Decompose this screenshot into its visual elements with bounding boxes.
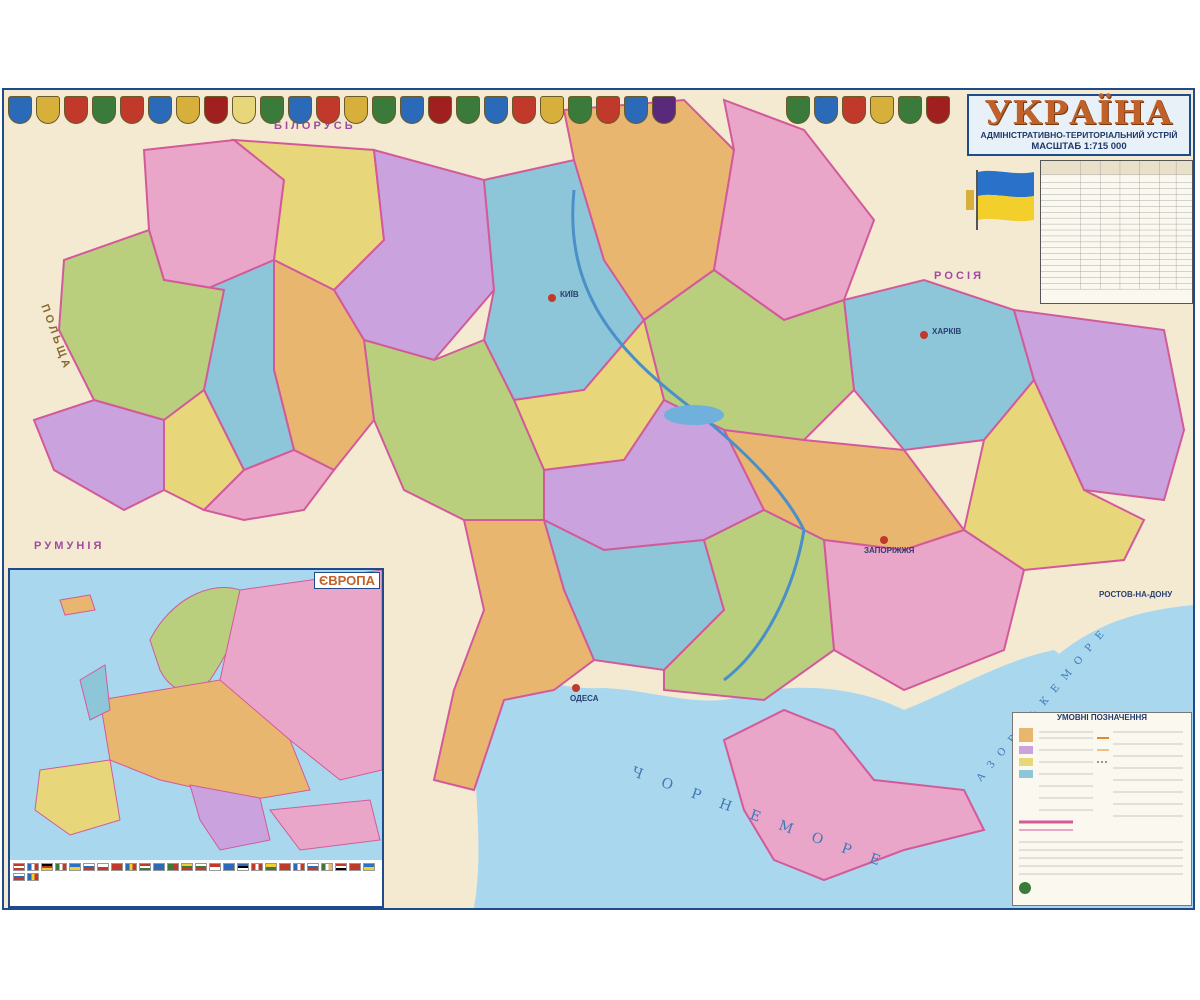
label-zaporizhzhia: ЗАПОРІЖЖЯ xyxy=(864,546,915,555)
flag-icon xyxy=(83,863,95,871)
coat-of-arms-icon xyxy=(400,96,424,124)
flag-icon xyxy=(153,863,165,871)
coat-of-arms-icon xyxy=(898,96,922,124)
coat-of-arms-icon xyxy=(64,96,88,124)
flag-icon xyxy=(13,873,25,881)
legend-symbols xyxy=(1019,728,1183,894)
flag-icon xyxy=(349,863,361,871)
flag-icon xyxy=(27,863,39,871)
coat-of-arms-icon xyxy=(316,96,340,124)
coat-of-arms-icon xyxy=(512,96,536,124)
map-scale: МАСШТАБ 1:715 000 xyxy=(1031,141,1127,152)
label-kyiv: КИЇВ xyxy=(560,290,579,299)
europe-map xyxy=(10,570,382,860)
coats-of-arms-row-right xyxy=(786,96,950,124)
coat-of-arms-icon xyxy=(92,96,116,124)
coat-of-arms-icon xyxy=(120,96,144,124)
coat-of-arms-icon xyxy=(204,96,228,124)
coat-of-arms-icon xyxy=(596,96,620,124)
flag-icon xyxy=(13,863,25,871)
flag-icon xyxy=(195,863,207,871)
coat-of-arms-icon xyxy=(176,96,200,124)
coat-of-arms-icon xyxy=(260,96,284,124)
regions-statistics-table xyxy=(1040,160,1193,304)
coat-of-arms-icon xyxy=(926,96,950,124)
flag-icon xyxy=(97,863,109,871)
coat-of-arms-icon xyxy=(456,96,480,124)
flag-icon xyxy=(335,863,347,871)
coat-of-arms-icon xyxy=(428,96,452,124)
label-odesa: ОДЕСА xyxy=(570,694,599,703)
coats-of-arms-row xyxy=(8,96,676,124)
flag-icon xyxy=(111,863,123,871)
coat-of-arms-icon xyxy=(624,96,648,124)
flag-icon xyxy=(265,863,277,871)
label-rostov: РОСТОВ-НА-ДОНУ xyxy=(1099,590,1173,599)
flag-icon xyxy=(321,863,333,871)
flag-icon xyxy=(139,863,151,871)
flag-icon xyxy=(69,863,81,871)
coat-of-arms-icon xyxy=(652,96,676,124)
flag-icon xyxy=(41,863,53,871)
coat-of-arms-icon xyxy=(484,96,508,124)
label-kharkiv: ХАРКІВ xyxy=(932,327,962,336)
ukraine-flag-icon xyxy=(966,170,1034,230)
flag-icon xyxy=(279,863,291,871)
flag-icon xyxy=(223,863,235,871)
city-zaporizhzhia xyxy=(880,536,888,544)
flag-icon xyxy=(27,873,39,881)
coat-of-arms-icon xyxy=(36,96,60,124)
flag-icon xyxy=(307,863,319,871)
flag-icon xyxy=(181,863,193,871)
city-odesa xyxy=(572,684,580,692)
flag-icon xyxy=(167,863,179,871)
flag-icon xyxy=(209,863,221,871)
trident-icon xyxy=(966,190,974,210)
coat-of-arms-icon xyxy=(232,96,256,124)
label-russia: Р О С І Я xyxy=(934,270,982,282)
flag-icon xyxy=(125,863,137,871)
legend-title: УМОВНІ ПОЗНАЧЕННЯ xyxy=(1056,713,1148,722)
flag-icon xyxy=(251,863,263,871)
kakhovka-reservoir xyxy=(664,405,724,425)
coat-of-arms-icon xyxy=(814,96,838,124)
coat-of-arms-icon xyxy=(288,96,312,124)
coat-of-arms-icon xyxy=(786,96,810,124)
coat-of-arms-icon xyxy=(372,96,396,124)
map-title: УКРАЇНА xyxy=(984,93,1174,132)
flag-icon xyxy=(363,863,375,871)
map-subtitle: АДМІНІСТРАТИВНО-ТЕРИТОРІАЛЬНИЙ УСТРІЙ xyxy=(980,130,1178,140)
label-romania: Р У М У Н І Я xyxy=(34,540,102,552)
city-kyiv xyxy=(548,294,556,302)
european-flags-strip xyxy=(10,860,382,906)
flag-icon xyxy=(293,863,305,871)
map-title-box: УКРАЇНА АДМІНІСТРАТИВНО-ТЕРИТОРІАЛЬНИЙ У… xyxy=(967,94,1191,156)
flag-icon xyxy=(237,863,249,871)
coat-of-arms-icon xyxy=(870,96,894,124)
flag-icon xyxy=(55,863,67,871)
city-kharkiv xyxy=(920,331,928,339)
coat-of-arms-icon xyxy=(842,96,866,124)
coat-of-arms-icon xyxy=(540,96,564,124)
coat-of-arms-icon xyxy=(344,96,368,124)
map-frame: Б І Л О Р У С Ь П О Л Ь Щ А Р О С І Я Р … xyxy=(2,88,1195,910)
map-legend: УМОВНІ ПОЗНАЧЕННЯ xyxy=(1012,712,1192,906)
europe-inset-map[interactable]: ЄВРОПА xyxy=(8,568,384,908)
coat-of-arms-icon xyxy=(148,96,172,124)
coat-of-arms-icon xyxy=(568,96,592,124)
inset-title: ЄВРОПА xyxy=(314,572,380,589)
coat-of-arms-icon xyxy=(8,96,32,124)
